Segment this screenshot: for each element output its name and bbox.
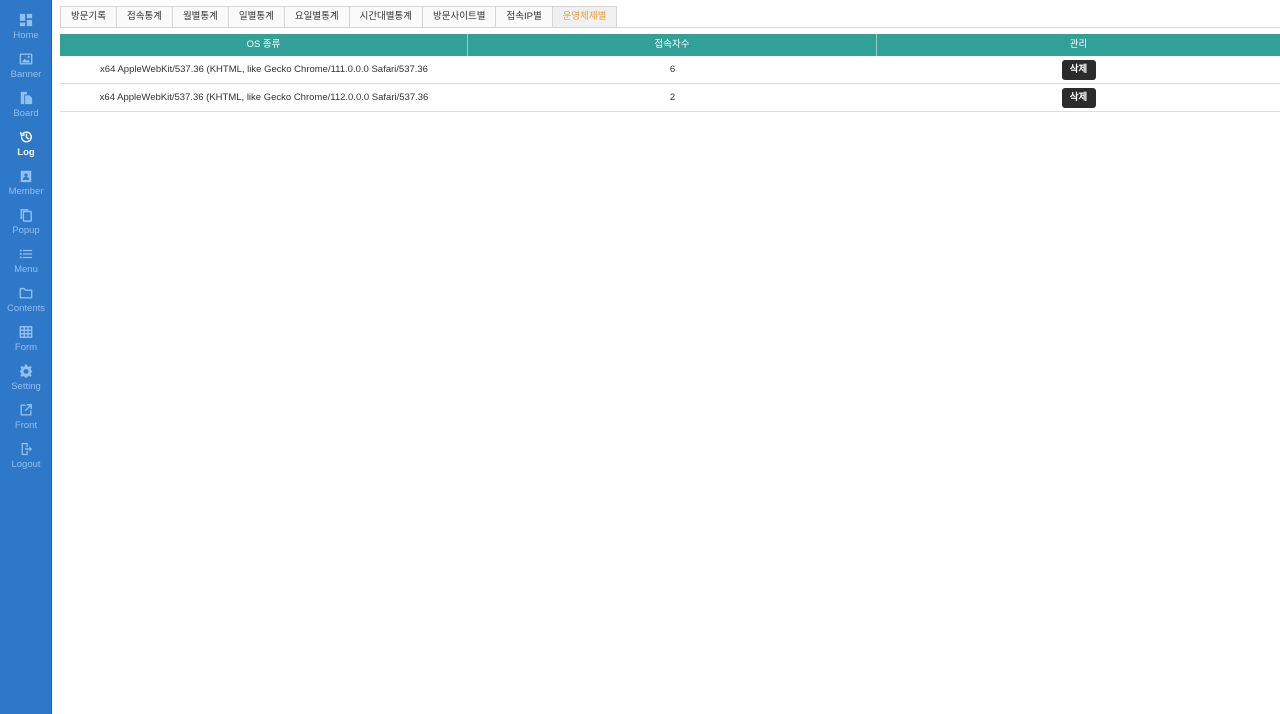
dashboard-icon xyxy=(19,13,33,27)
sidebar-item-label: Form xyxy=(14,342,38,353)
tab-hourly-stats[interactable]: 시간대별통계 xyxy=(349,6,424,28)
folder-icon xyxy=(19,287,33,299)
external-link-icon xyxy=(20,404,32,416)
delete-button[interactable]: 삭제 xyxy=(1061,60,1096,80)
table-header: OS 종류 접속자수 관리 xyxy=(60,34,1280,56)
os-cell: x64 AppleWebKit/537.36 (KHTML, like Geck… xyxy=(100,64,428,75)
count-cell: 2 xyxy=(669,92,676,103)
tab-weekday-stats[interactable]: 요일별통계 xyxy=(284,6,350,28)
sidebar-item-home[interactable]: Home xyxy=(0,10,52,48)
sidebar-item-member[interactable]: Member xyxy=(0,166,52,204)
sidebar-item-label: Front xyxy=(14,420,38,431)
logout-icon xyxy=(21,442,33,456)
manage-cell: 삭제 xyxy=(877,84,1280,111)
os-stats-table: OS 종류 접속자수 관리 x64 AppleWebKit/537.36 (KH… xyxy=(60,34,1280,112)
member-badge-icon xyxy=(20,170,32,183)
tab-by-os[interactable]: 운영체제별 xyxy=(552,6,618,28)
sidebar-item-label: Log xyxy=(17,147,35,158)
tab-by-ip[interactable]: 접속IP별 xyxy=(496,6,553,28)
table-row: x64 AppleWebKit/537.36 (KHTML, like Geck… xyxy=(60,84,1280,112)
column-header-os: OS 종류 xyxy=(60,34,468,56)
sidebar-item-contents[interactable]: Contents xyxy=(0,283,52,321)
sidebar-item-label: Home xyxy=(13,30,39,41)
manage-cell: 삭제 xyxy=(877,56,1280,83)
sidebar-item-label: Board xyxy=(13,108,39,119)
tab-visit-log[interactable]: 방문기록 xyxy=(60,6,117,28)
sidebar-item-label: Menu xyxy=(14,264,38,275)
sidebar-item-form[interactable]: Form xyxy=(0,322,52,360)
count-cell: 6 xyxy=(669,64,676,75)
sidebar-item-label: Setting xyxy=(11,381,41,392)
sidebar-item-logout[interactable]: Logout xyxy=(0,439,52,477)
os-cell: x64 AppleWebKit/537.36 (KHTML, like Geck… xyxy=(99,92,429,103)
sidebar-item-label: Contents xyxy=(6,303,46,314)
copy-icon xyxy=(20,209,32,222)
history-icon xyxy=(20,131,32,143)
table-row: x64 AppleWebKit/537.36 (KHTML, like Geck… xyxy=(60,56,1280,84)
sidebar-item-popup[interactable]: Popup xyxy=(0,205,52,243)
sidebar-item-log[interactable]: Log xyxy=(0,127,52,165)
column-header-manage: 관리 xyxy=(1069,39,1088,50)
sidebar-item-label: Banner xyxy=(10,69,42,80)
list-icon xyxy=(19,249,33,259)
sidebar-item-label: Logout xyxy=(11,459,41,470)
delete-button[interactable]: 삭제 xyxy=(1061,88,1096,108)
sidebar-item-front[interactable]: Front xyxy=(0,400,52,438)
grid-table-icon xyxy=(19,326,33,338)
sidebar-item-setting[interactable]: Setting xyxy=(0,361,52,399)
tab-monthly-stats[interactable]: 월별통계 xyxy=(172,6,229,28)
gear-icon xyxy=(19,364,33,378)
sidebar-item-banner[interactable]: Banner xyxy=(0,49,52,87)
tab-by-site[interactable]: 방문사이트별 xyxy=(423,6,497,28)
tab-access-stats[interactable]: 접속통계 xyxy=(116,6,173,28)
tab-bar: 방문기록 접속통계 월별통계 일별통계 요일별통계 시간대별통계 방문사이트별 … xyxy=(60,6,618,28)
sidebar-item-menu[interactable]: Menu xyxy=(0,244,52,282)
sidebar-item-board[interactable]: Board xyxy=(0,88,52,126)
image-icon xyxy=(19,53,33,65)
board-icon xyxy=(20,91,33,105)
column-header-count: 접속자수 xyxy=(468,34,877,56)
sidebar: Home Banner Board Log Member Popup Menu … xyxy=(0,0,52,714)
sidebar-item-label: Popup xyxy=(12,225,40,236)
tab-daily-stats[interactable]: 일별통계 xyxy=(228,6,285,28)
sidebar-item-label: Member xyxy=(8,186,44,197)
